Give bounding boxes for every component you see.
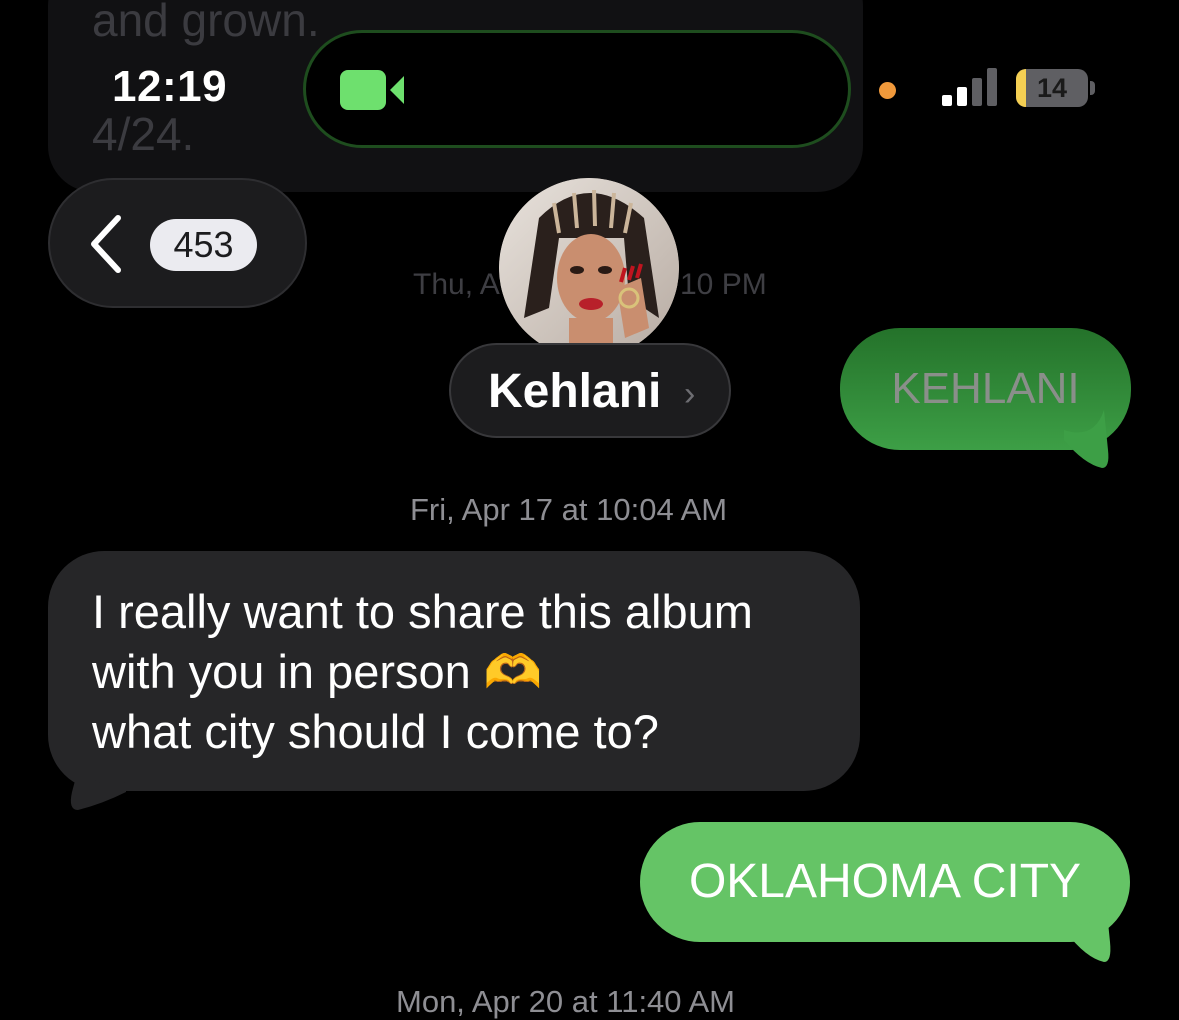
cellular-signal-icon	[942, 68, 997, 106]
faded-timestamp: 10 PM	[680, 268, 767, 301]
faded-timestamp: Thu, A	[413, 268, 500, 301]
timestamp-at: at	[561, 492, 588, 527]
battery-cap	[1090, 81, 1095, 95]
timestamp-day: Fri, Apr 17	[410, 492, 553, 527]
microphone-in-use-indicator	[879, 82, 896, 99]
previous-message-line: and grown.	[92, 0, 320, 46]
timestamp-day: Mon, Apr 20	[396, 984, 564, 1019]
chevron-left-icon	[91, 215, 121, 273]
message-line: with you in person 🫶	[92, 645, 543, 698]
status-time: 12:19	[112, 62, 228, 111]
contact-avatar[interactable]	[499, 178, 679, 358]
message-line: I really want to share this album	[92, 585, 753, 638]
message-line: what city should I come to?	[92, 705, 659, 758]
previous-message-line: 4/24.	[92, 108, 195, 160]
message-timestamp: Mon, Apr 20 at 11:40 AM	[396, 984, 735, 1020]
unread-count-badge: 453	[150, 219, 257, 271]
battery-icon: 14	[1016, 69, 1088, 107]
timestamp-time: 10:04 AM	[596, 492, 728, 527]
message-timestamp: Fri, Apr 17 at 10:04 AM	[410, 492, 727, 528]
sent-message-text: OKLAHOMA CITY	[688, 855, 1082, 908]
facetime-video-icon	[340, 70, 404, 110]
chevron-right-icon: ›	[684, 375, 696, 413]
sent-message-text: KEHLANI	[891, 364, 1080, 413]
contact-name: Kehlani	[488, 365, 662, 418]
timestamp-at: at	[571, 984, 598, 1019]
battery-percent: 14	[1036, 73, 1068, 103]
timestamp-time: 11:40 AM	[606, 984, 735, 1019]
received-message-text: I really want to share this album with y…	[92, 582, 753, 762]
